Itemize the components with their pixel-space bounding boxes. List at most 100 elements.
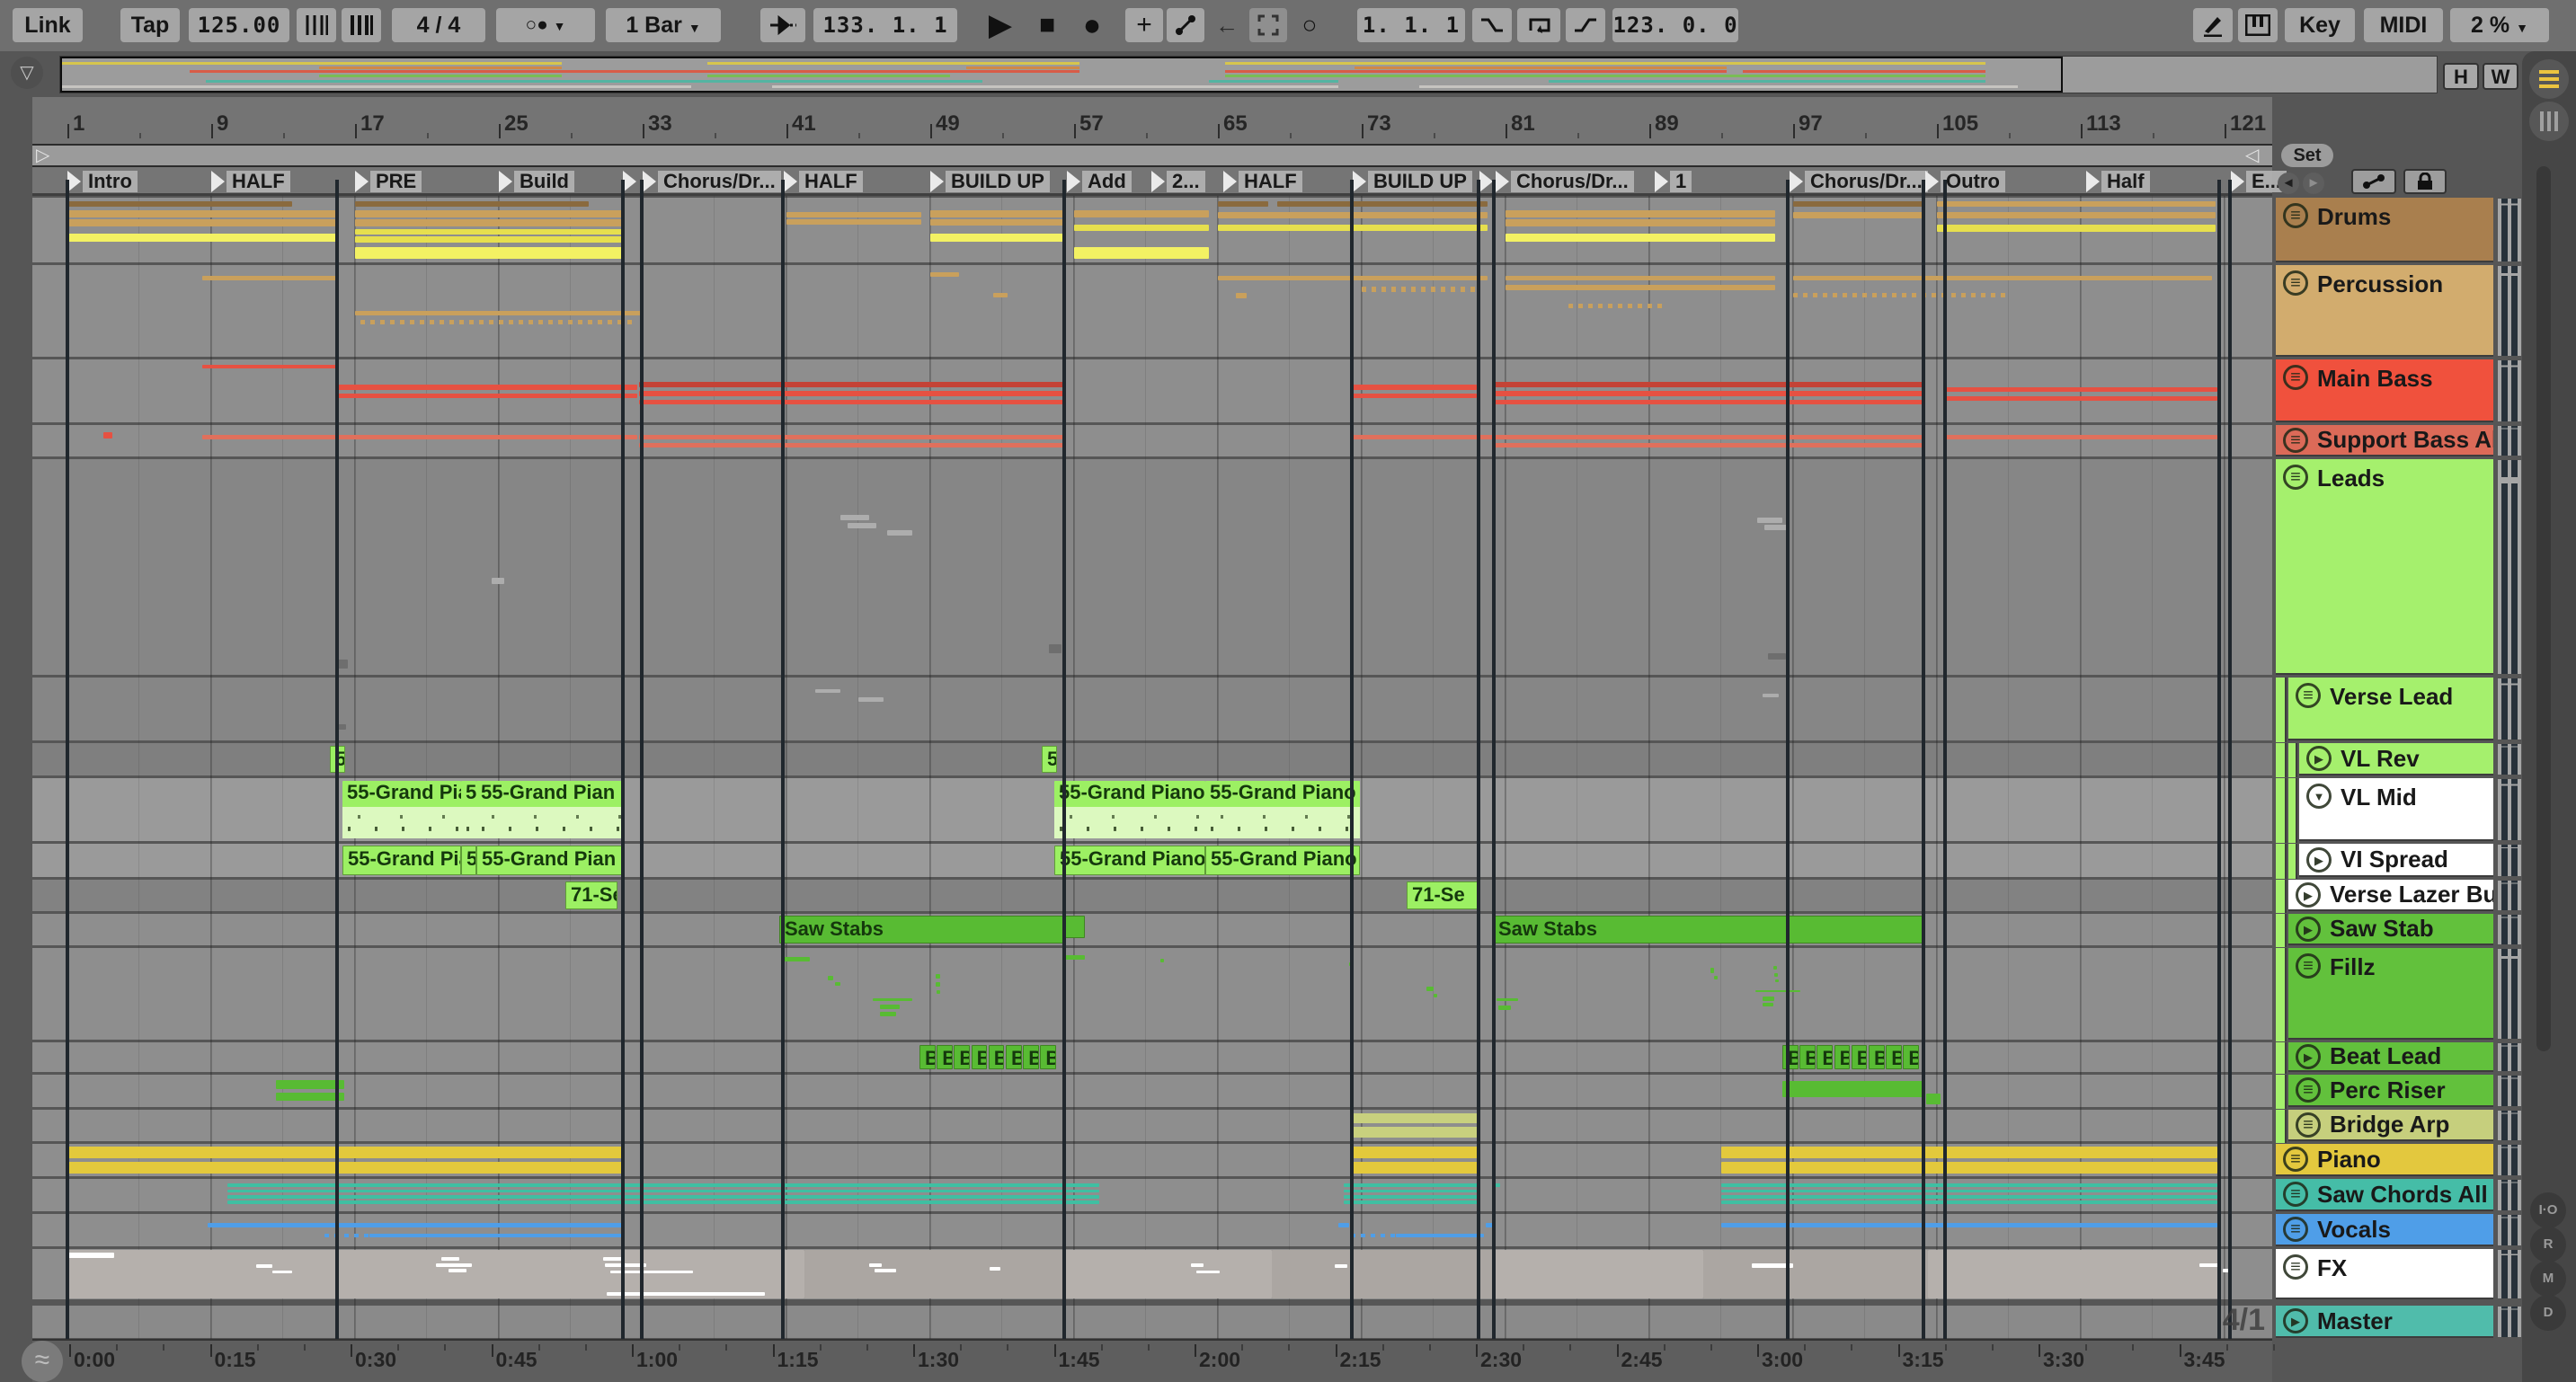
clip-55-grand-pian[interactable]: 55-Grand Pian	[476, 846, 623, 875]
clip[interactable]	[337, 393, 637, 399]
clip[interactable]	[625, 1189, 1099, 1193]
clip[interactable]	[639, 434, 1063, 439]
key-map-button[interactable]: Key	[2285, 8, 2355, 42]
clip[interactable]	[1353, 385, 1477, 390]
fold-icon[interactable]: ▼	[2306, 784, 2332, 809]
clip[interactable]	[1721, 1189, 2217, 1193]
clip-55-grand-piano[interactable]: 55-Grand Piano	[1205, 780, 1360, 839]
clip[interactable]	[1493, 1250, 1703, 1298]
session-record-button[interactable]	[1249, 8, 1287, 42]
group-menu-icon[interactable]: ≡	[2283, 465, 2308, 490]
locator-row[interactable]: Intro HALF PRE Build Chorus/Dr... HALF BUILD U…	[32, 167, 2287, 196]
loop-start-field[interactable]: 1. 1. 1	[1357, 8, 1465, 42]
clip[interactable]	[1568, 303, 1667, 308]
clip[interactable]	[276, 1079, 344, 1089]
link-button[interactable]: Link	[13, 8, 83, 42]
clip[interactable]	[67, 1146, 623, 1158]
clip[interactable]	[208, 1223, 623, 1227]
track-header-verse-lead[interactable]: ≡ Verse Lead	[2288, 678, 2493, 740]
play-button[interactable]: ▶	[980, 5, 1021, 45]
clip[interactable]	[1236, 292, 1247, 298]
locator-build-up[interactable]: BUILD UP	[930, 170, 1050, 193]
mixer-section-d-button[interactable]: D	[2530, 1295, 2566, 1331]
tempo-field[interactable]: 125.00	[189, 8, 289, 42]
clip-b[interactable]: B	[1817, 1044, 1833, 1070]
follow-button[interactable]	[760, 8, 805, 42]
clip[interactable]	[936, 973, 940, 979]
clip[interactable]	[930, 219, 1065, 226]
track-header-saw-stab[interactable]: ▶ Saw Stab	[2288, 914, 2493, 945]
clip[interactable]	[276, 1092, 344, 1101]
clip-b[interactable]: B	[937, 1044, 953, 1070]
clip[interactable]	[936, 981, 940, 987]
track-header-vi-spread[interactable]: ▶ VI Spread	[2299, 844, 2493, 877]
set-locator-button[interactable]: Set	[2281, 144, 2333, 167]
clip[interactable]	[337, 385, 637, 390]
clip[interactable]	[227, 1183, 623, 1187]
clip[interactable]	[1074, 210, 1209, 217]
clip-55-grand-piar[interactable]: 55-Grand Piar	[342, 846, 461, 875]
track-header-piano[interactable]: ≡ Piano	[2276, 1144, 2493, 1176]
clip[interactable]	[887, 530, 912, 536]
clip[interactable]	[1775, 979, 1779, 982]
arrangement-position-field[interactable]: 133. 1. 1	[813, 8, 957, 42]
group-menu-icon[interactable]: ≡	[2283, 270, 2308, 296]
group-menu-icon[interactable]: ≡	[2283, 427, 2308, 453]
clip[interactable]	[1763, 997, 1774, 1002]
group-menu-icon[interactable]: ≡	[2283, 1254, 2308, 1280]
track-header-leads[interactable]: ≡ Leads	[2276, 459, 2493, 675]
punch-out-button[interactable]	[1566, 8, 1605, 42]
clip[interactable]	[625, 1195, 1099, 1199]
clip[interactable]	[1946, 386, 2217, 393]
clip[interactable]	[1218, 200, 1268, 208]
clip[interactable]	[1353, 393, 1477, 399]
back-to-arrangement-button[interactable]: ←	[1208, 5, 1246, 45]
locator-2[interactable]: 2...	[1151, 170, 1205, 193]
computer-midi-keyboard-button[interactable]	[2238, 8, 2278, 42]
locator-half[interactable]: HALF	[1223, 170, 1302, 193]
clip[interactable]	[937, 989, 940, 994]
clip[interactable]	[848, 522, 876, 528]
nudge-down-button[interactable]	[297, 8, 336, 42]
clip[interactable]	[67, 1250, 804, 1298]
track-header-saw-chords-all[interactable]: ≡ Saw Chords All	[2276, 1179, 2493, 1211]
locator-intro[interactable]: Intro	[67, 170, 138, 193]
clip-saw-stabs[interactable]: Saw Stabs	[779, 916, 1063, 943]
clip-b[interactable]: B	[1782, 1044, 1799, 1070]
locator-add[interactable]: Add	[1067, 170, 1132, 193]
clip[interactable]	[1196, 1270, 1220, 1273]
clip[interactable]	[1710, 968, 1714, 973]
arrangement-overview[interactable]	[59, 56, 2438, 93]
clip[interactable]	[67, 1253, 114, 1258]
tap-tempo-button[interactable]: Tap	[120, 8, 180, 42]
clip[interactable]	[875, 1269, 896, 1272]
clip[interactable]	[272, 1270, 292, 1274]
clip[interactable]	[1277, 200, 1488, 208]
clip[interactable]	[781, 957, 810, 961]
track-header-bridge-arp[interactable]: ≡ Bridge Arp	[2288, 1110, 2493, 1141]
clip[interactable]	[436, 1262, 472, 1268]
locator-chorus-dr[interactable]: Chorus/Dr...	[643, 170, 781, 193]
clip[interactable]	[786, 219, 921, 225]
locator-1[interactable]: 1	[1655, 170, 1692, 193]
clip-b[interactable]: B	[1799, 1044, 1816, 1070]
track-header-verse-lazer-build[interactable]: ▶ Verse Lazer Build	[2288, 880, 2493, 911]
locator-chorus-dr[interactable]: Chorus/Dr...	[1496, 170, 1634, 193]
locator[interactable]	[1479, 170, 1493, 193]
clip[interactable]	[1768, 653, 1786, 660]
clip[interactable]	[369, 1233, 623, 1238]
clip[interactable]	[1335, 1263, 1347, 1268]
track-header-beat-lead[interactable]: ▶ Beat Lead	[2288, 1042, 2493, 1072]
play-icon[interactable]: ▶	[2283, 1308, 2308, 1333]
clip[interactable]	[492, 578, 504, 585]
clip[interactable]	[815, 688, 840, 694]
record-button[interactable]: ●	[1071, 5, 1113, 45]
bar-ruler[interactable]: 1 9 17 25 33 41 49 57 65 73 81 89 97 105 113 121	[32, 97, 2272, 144]
clip[interactable]	[1721, 1146, 2217, 1158]
automation-mode-button[interactable]	[1167, 8, 1204, 42]
clip[interactable]	[1763, 693, 1779, 698]
quantize-menu[interactable]: 1 Bar ▼	[606, 8, 721, 42]
track-header-fx[interactable]: ≡ FX	[2276, 1249, 2493, 1299]
link-tracks-button[interactable]	[2351, 169, 2396, 194]
clip[interactable]	[202, 364, 337, 369]
